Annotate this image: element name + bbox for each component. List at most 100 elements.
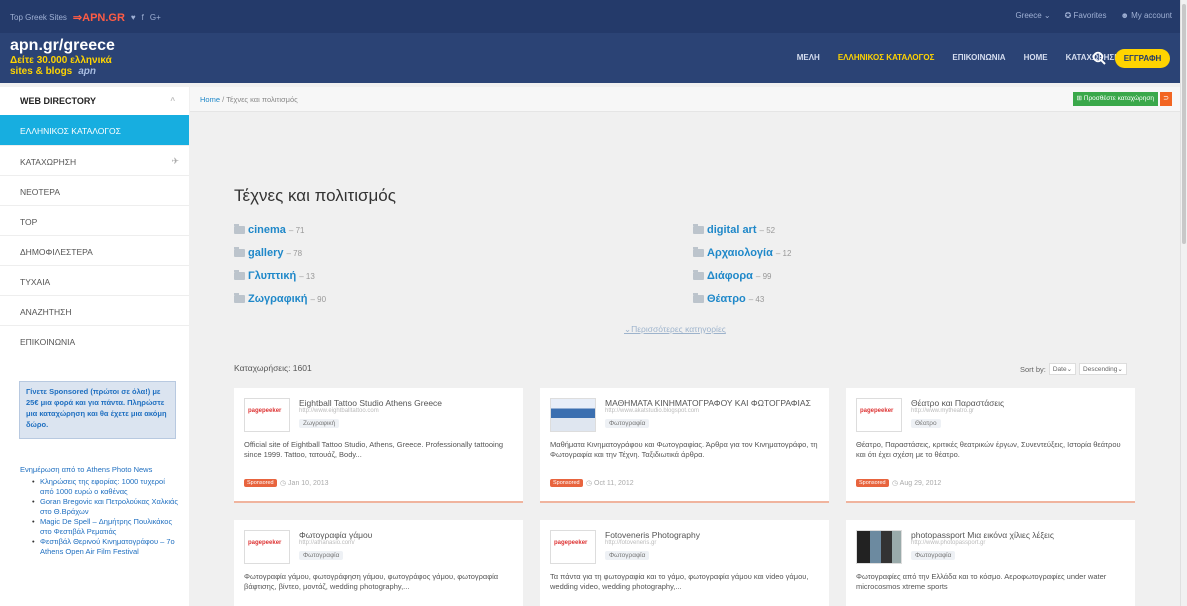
listing-title[interactable]: Φωτογραφία γάμου xyxy=(299,530,372,540)
signup-button[interactable]: ΕΓΓΡΑΦΗ xyxy=(1115,49,1170,68)
sort-by-select[interactable]: Date⌄ xyxy=(1048,363,1077,375)
rss-icon[interactable]: ⊃ xyxy=(1160,92,1172,106)
category-archaeology[interactable]: Αρχαιολογία – 12 xyxy=(693,247,791,259)
listing-category-tag[interactable]: Φωτογραφία xyxy=(605,551,650,560)
listing-card[interactable]: pagepeeker Θέατρο και Παραστάσεις http:/… xyxy=(846,388,1135,503)
listing-title[interactable]: ΜΑΘΗΜΑΤΑ ΚΙΝΗΜΑΤΟΓΡΑΦΟΥ ΚΑΙ ΦΩΤΟΓΡΑΦΙΑΣ xyxy=(605,398,811,408)
add-listing-button[interactable]: ⊞ Προσθέστε καταχώρηση xyxy=(1072,92,1158,106)
listing-description: Φωτογραφίες από την Ελλάδα και το κόσμο.… xyxy=(856,572,1107,591)
breadcrumb-separator: / xyxy=(222,95,225,104)
listing-title[interactable]: Θέατρο και Παραστάσεις xyxy=(911,398,1004,408)
sidebar-item-submit[interactable]: ΚΑΤΑΧΩΡΗΣΗ ✈ xyxy=(0,145,189,175)
site-header: apn.gr/greece Δείτε 30.000 ελληνικά site… xyxy=(0,33,1180,83)
breadcrumb-current: Τέχνες και πολιτισμός xyxy=(226,95,298,104)
search-icon[interactable] xyxy=(1092,51,1106,65)
sidebar-item-contact[interactable]: ΕΠΙΚΟΙΝΩΝΙΑ xyxy=(0,325,189,355)
category-gallery[interactable]: gallery – 78 xyxy=(234,247,302,259)
category-theatre[interactable]: Θέατρο – 43 xyxy=(693,293,764,305)
site-thumbnail[interactable] xyxy=(856,530,902,564)
site-logo[interactable]: apn.gr/greece Δείτε 30.000 ελληνικά site… xyxy=(10,37,170,79)
listing-category-tag[interactable]: Φωτογραφία xyxy=(299,551,344,560)
listing-category-tag[interactable]: Φωτογραφία xyxy=(911,551,956,560)
sidebar-item-search[interactable]: ΑΝΑΖΗΤΗΣΗ xyxy=(0,295,189,325)
sort-controls: Sort by: Date⌄ Descending⌄ xyxy=(1020,363,1127,375)
category-digital-art[interactable]: digital art – 52 xyxy=(693,224,775,236)
listing-title[interactable]: Fotoveneris Photography xyxy=(605,530,700,540)
site-thumbnail[interactable] xyxy=(550,398,596,432)
google-plus-icon[interactable]: G+ xyxy=(150,13,161,22)
category-cinema[interactable]: cinema – 71 xyxy=(234,224,305,236)
listing-card[interactable]: pagepeeker Φωτογραφία γάμου http://athan… xyxy=(234,520,523,606)
site-thumbnail[interactable]: pagepeeker xyxy=(244,398,290,432)
category-count: – 99 xyxy=(755,271,772,281)
listing-url[interactable]: http://fotoveneris.gr xyxy=(605,540,656,546)
sidebar-item-random[interactable]: ΤΥΧΑΙΑ xyxy=(0,265,189,295)
category-count: – 52 xyxy=(759,225,776,235)
category-sculpture[interactable]: Γλυπτική – 13 xyxy=(234,270,315,282)
collapse-icon[interactable]: ^ xyxy=(170,96,175,105)
listing-category-tag[interactable]: Θέατρο xyxy=(911,419,941,428)
site-thumbnail[interactable]: pagepeeker xyxy=(244,530,290,564)
site-thumbnail[interactable]: pagepeeker xyxy=(550,530,596,564)
nav-greek-directory[interactable]: ΕΛΛΗΝΙΚΟΣ ΚΑΤΑΛΟΓΟΣ xyxy=(838,53,935,62)
news-item[interactable]: Κληρώσεις της εφορίας: 1000 τυχεροί από … xyxy=(32,477,180,497)
folder-icon xyxy=(234,293,245,303)
sidebar-item-top[interactable]: TOP xyxy=(0,205,189,235)
sponsored-badge: Sponsored xyxy=(244,479,277,487)
breadcrumb-home[interactable]: Home xyxy=(200,95,220,104)
logo-title: apn.gr/greece xyxy=(10,37,115,54)
site-thumbnail[interactable]: pagepeeker xyxy=(856,398,902,432)
breadcrumb-bar: Home / Τέχνες και πολιτισμός ⊞ Προσθέστε… xyxy=(190,87,1180,112)
listing-url[interactable]: http://www.photopassport.gr xyxy=(911,540,985,546)
logo-tagline-2: sites & blogs apn xyxy=(10,66,97,77)
listing-category-tag[interactable]: Φωτογραφία xyxy=(605,419,650,428)
listing-title[interactable]: Eightball Tattoo Studio Athens Greece xyxy=(299,398,442,408)
listing-card[interactable]: pagepeeker Eightball Tattoo Studio Athen… xyxy=(234,388,523,503)
plus-icon: ⊞ xyxy=(1076,95,1084,102)
listing-title[interactable]: photopassport Μια εικόνα χίλιες λέξεις xyxy=(911,530,1054,540)
main-nav: ΜΕΛΗ ΕΛΛΗΝΙΚΟΣ ΚΑΤΑΛΟΓΟΣ ΕΠΙΚΟΙΝΩΝΙΑ HOM… xyxy=(797,53,1120,62)
listing-category-tag[interactable]: Ζωγραφική xyxy=(299,419,340,428)
sort-direction-select[interactable]: Descending⌄ xyxy=(1079,363,1127,375)
listing-url[interactable]: http://www.mytheatro.gr xyxy=(911,408,974,414)
listing-description: Τα πάντα για τη φωτογραφία και το γάμο, … xyxy=(550,572,809,591)
news-item[interactable]: Magic De Spell – Δημήτρης Πουλικάκος στο… xyxy=(32,517,180,537)
listing-card[interactable]: pagepeeker Fotoveneris Photography http:… xyxy=(540,520,829,606)
facebook-icon[interactable]: f xyxy=(142,13,144,22)
listing-url[interactable]: http://www.akatstudio.blogspot.com xyxy=(605,408,699,414)
listing-card[interactable]: photopassport Μια εικόνα χίλιες λέξεις h… xyxy=(846,520,1135,606)
news-item[interactable]: Φεστιβάλ Θερινού Κινηματογράφου – 7ο Ath… xyxy=(32,537,180,557)
top-sites-label: Top Greek Sites xyxy=(10,13,67,22)
nav-members[interactable]: ΜΕΛΗ xyxy=(797,53,820,62)
scrollbar-thumb[interactable] xyxy=(1182,4,1186,244)
apn-brand-link[interactable]: ⇒APN.GR xyxy=(73,11,125,24)
my-account-link[interactable]: ☻ My account xyxy=(1120,11,1172,20)
category-painting[interactable]: Ζωγραφική – 90 xyxy=(234,293,326,305)
sidebar-item-popular[interactable]: ΔΗΜΟΦΙΛΕΣΤΕΡΑ xyxy=(0,235,189,265)
category-count: – 13 xyxy=(299,271,315,281)
listing-url[interactable]: http://www.eightballtattoo.com xyxy=(299,408,379,414)
category-various[interactable]: Διάφορα – 99 xyxy=(693,270,771,282)
sort-label: Sort by: xyxy=(1020,364,1046,374)
folder-icon xyxy=(234,224,245,234)
region-select[interactable]: Greece ⌄ xyxy=(1015,11,1050,20)
user-icon: ☻ xyxy=(1120,11,1132,20)
category-count: – 78 xyxy=(286,248,303,258)
listing-date: ◷ Jan 10, 2013 xyxy=(280,480,329,487)
listing-card[interactable]: ΜΑΘΗΜΑΤΑ ΚΙΝΗΜΑΤΟΓΡΑΦΟΥ ΚΑΙ ΦΩΤΟΓΡΑΦΙΑΣ … xyxy=(540,388,829,503)
more-categories-link[interactable]: ⌄Περισσότερες κατηγορίες xyxy=(624,324,726,335)
favorites-link[interactable]: ✪ Favorites xyxy=(1065,11,1107,20)
sidebar-title: WEB DIRECTORY ^ xyxy=(20,96,175,106)
sidebar-item-greek-directory[interactable]: ΕΛΛΗΝΙΚΟΣ ΚΑΤΑΛΟΓΟΣ xyxy=(0,115,189,145)
nav-home[interactable]: HOME xyxy=(1024,53,1048,62)
heart-icon[interactable]: ♥ xyxy=(131,13,136,22)
sidebar-item-newest[interactable]: ΝΕΟΤΕΡΑ xyxy=(0,175,189,205)
add-listing-label: Προσθέστε καταχώρηση xyxy=(1083,95,1154,102)
listing-description: Φωτογραφία γάμου, φωτογράφηση γάμου, φωτ… xyxy=(244,572,499,591)
news-item[interactable]: Goran Bregovic και Πετρολούκας Χαλκιάς σ… xyxy=(32,497,180,517)
news-heading[interactable]: Ενημέρωση από το Athens Photo News xyxy=(20,465,152,474)
star-icon: ✪ xyxy=(1064,11,1074,20)
sponsor-promo-box[interactable]: Γίνετε Sponsored (πρώτοι σε όλα!) με 25€… xyxy=(19,381,176,439)
listing-url[interactable]: http://athanasio.com/ xyxy=(299,540,355,546)
nav-contact[interactable]: ΕΠΙΚΟΙΝΩΝΙΑ xyxy=(952,53,1005,62)
